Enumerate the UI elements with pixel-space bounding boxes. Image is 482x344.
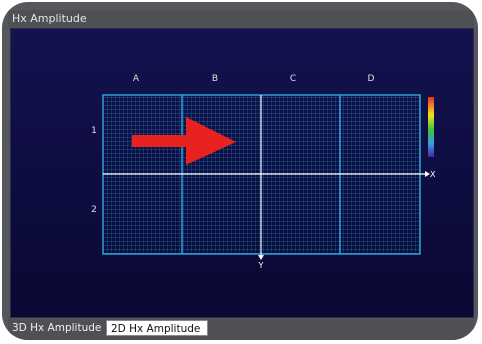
tab-3d-hx-amplitude[interactable]: 3D Hx Amplitude xyxy=(8,320,104,336)
window-title: Hx Amplitude xyxy=(12,12,87,25)
x-axis-label: X xyxy=(430,170,436,179)
column-label-b: B xyxy=(212,74,218,84)
tab-2d-hx-amplitude[interactable]: 2D Hx Amplitude xyxy=(106,320,208,336)
amplitude-plot[interactable]: A B C D 1 2 X Y xyxy=(11,29,475,319)
title-bar: Hx Amplitude xyxy=(8,10,474,28)
column-label-d: D xyxy=(368,74,375,84)
column-label-a: A xyxy=(133,74,140,84)
y-axis-label: Y xyxy=(258,261,264,270)
column-label-c: C xyxy=(290,74,296,84)
row-label-2: 2 xyxy=(91,205,97,215)
color-scale-bar xyxy=(428,97,434,157)
row-label-1: 1 xyxy=(91,126,97,136)
tab-bar: 3D Hx Amplitude 2D Hx Amplitude xyxy=(8,319,474,340)
plot-panel[interactable]: A B C D 1 2 X Y xyxy=(10,28,474,318)
y-axis-arrowhead xyxy=(258,255,264,260)
app-window: Hx Amplitude A B C D 1 2 X Y 3D Hx Ampli… xyxy=(2,2,478,340)
